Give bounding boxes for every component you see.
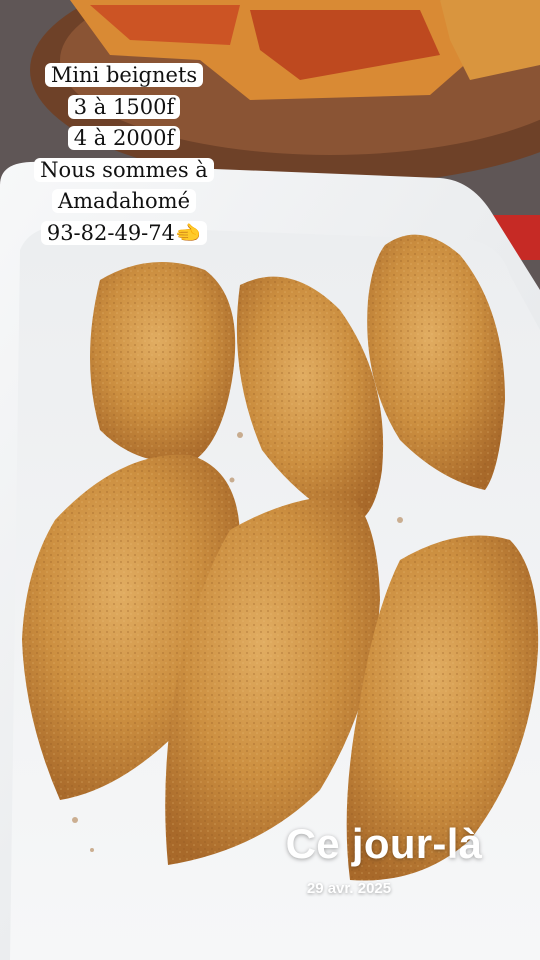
price-caption: Mini beignets 3 à 1500f 4 à 2000f Nous s… xyxy=(26,60,222,250)
caption-text: 3 à 1500f xyxy=(67,94,181,119)
caption-text: 93-82-49-74🫲 xyxy=(40,220,208,245)
pastries xyxy=(22,234,539,881)
caption-line: Mini beignets xyxy=(26,60,222,92)
caption-text: 4 à 2000f xyxy=(67,126,181,151)
caption-line: 93-82-49-74🫲 xyxy=(26,218,222,250)
memory-title: Ce jour-là xyxy=(285,820,483,867)
caption-line: Nous sommes à xyxy=(26,155,222,187)
caption-line: 3 à 1500f xyxy=(26,92,222,124)
beignet xyxy=(90,262,236,462)
story-screen: Mini beignets 3 à 1500f 4 à 2000f Nous s… xyxy=(0,0,540,960)
caption-text: Mini beignets xyxy=(44,63,204,87)
caption-line: 4 à 2000f xyxy=(26,123,222,155)
memory-date: 29 avr. 2025 xyxy=(306,880,392,897)
caption-text: Nous sommes à xyxy=(34,157,214,182)
caption-text: Amadahomé xyxy=(51,189,197,214)
caption-line: Amadahomé xyxy=(26,186,222,218)
